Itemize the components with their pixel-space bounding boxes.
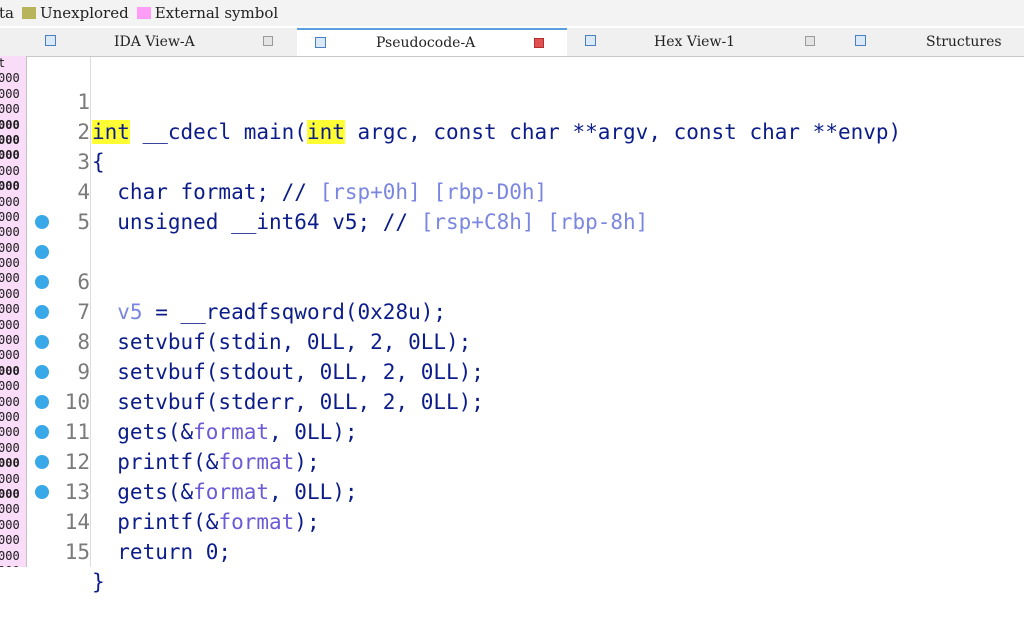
tab-label: Structures (926, 34, 1002, 50)
code-fragment: ); (294, 510, 320, 534)
code-fragment: printf(& (92, 510, 219, 534)
tab-label: Hex View-1 (654, 34, 736, 50)
tab-bar: IDA View-A Pseudocode-A Hex View-1 Struc… (0, 28, 1024, 57)
tab-pseudocode-a[interactable]: Pseudocode-A (297, 28, 567, 56)
breakpoint-dot-icon[interactable] (35, 305, 49, 319)
disassembly-icon (45, 35, 56, 46)
code-line-12[interactable]: 12 gets(&format, 0LL); (27, 387, 1024, 504)
list-item[interactable]: 000 (0, 318, 26, 333)
list-item[interactable]: 000 (0, 379, 26, 394)
list-item[interactable]: 000 (0, 87, 26, 102)
list-item[interactable]: 000 (0, 348, 26, 363)
tab-label: Pseudocode-A (376, 35, 476, 51)
code-text[interactable]: } (92, 567, 105, 597)
unexplored-swatch (21, 7, 36, 19)
list-item[interactable]: 000 (0, 71, 26, 86)
list-item[interactable]: 000 (0, 456, 26, 471)
list-item[interactable]: 000 (0, 241, 26, 256)
breakpoint-dot-icon[interactable] (35, 425, 49, 439)
hex-view-icon (585, 35, 596, 46)
structures-icon (855, 35, 866, 46)
list-item[interactable]: 000 (0, 533, 26, 548)
breakpoint-dot-icon[interactable] (35, 335, 49, 349)
list-item[interactable]: 000 (0, 256, 26, 271)
variable-name: format (218, 510, 295, 534)
list-item[interactable]: 000 (0, 364, 26, 379)
code-line-10[interactable]: 10 gets(&format, 0LL); (27, 327, 1024, 444)
list-item[interactable]: 000 (0, 333, 26, 348)
legend-prefix: ta (0, 4, 14, 22)
code-line-13[interactable]: 13 printf(&format); (27, 417, 1024, 534)
functions-pane-strip: t 000 000 000 000 000 000 000 000 000 00… (0, 56, 27, 567)
list-header: t (0, 56, 26, 71)
code-line-4[interactable]: 4 unsigned __int64 v5; // [rsp+C8h] [rbp… (27, 147, 1024, 234)
list-item[interactable]: 000 (0, 195, 26, 210)
code-line-6[interactable]: 6 v5 = __readfsqword(0x28u); (27, 207, 1024, 324)
list-item[interactable]: 000 (0, 118, 26, 133)
external-symbol-swatch (136, 7, 151, 19)
breakpoint-dot-icon[interactable] (35, 245, 49, 259)
breakpoint-dot-icon[interactable] (35, 455, 49, 469)
pseudocode-icon (315, 37, 326, 48)
pseudocode-editor[interactable]: 1 int __cdecl main(int argc, const char … (27, 57, 1024, 594)
list-item[interactable]: 000 (0, 502, 26, 517)
close-icon[interactable] (805, 36, 815, 46)
list-item[interactable]: 000 (0, 179, 26, 194)
code-line-8[interactable]: 8 setvbuf(stdout, 0LL, 2, 0LL); (27, 267, 1024, 384)
tab-hex-view-1[interactable]: Hex View-1 (567, 28, 837, 56)
list-item[interactable]: 000 (0, 549, 26, 564)
list-item[interactable]: 000 (0, 210, 26, 225)
list-item[interactable]: 000 (0, 133, 26, 148)
code-line-9[interactable]: 9 setvbuf(stderr, 0LL, 2, 0LL); (27, 297, 1024, 414)
close-icon[interactable] (534, 38, 544, 48)
list-item[interactable]: 000 (0, 271, 26, 286)
tab-structures[interactable]: Structures (837, 28, 1024, 56)
tab-ida-view-a[interactable]: IDA View-A (27, 28, 297, 56)
breakpoint-dot-icon[interactable] (35, 365, 49, 379)
breakpoint-dot-icon[interactable] (35, 485, 49, 499)
list-item[interactable]: 000 (0, 487, 26, 502)
list-item[interactable]: 000 (0, 302, 26, 317)
code-line-1[interactable]: 1 int __cdecl main(int argc, const char … (27, 57, 1024, 144)
list-item[interactable]: 000 (0, 395, 26, 410)
legend-external-symbol-label: External symbol (154, 4, 279, 22)
list-item[interactable]: 000 (0, 102, 26, 117)
breakpoint-dot-icon[interactable] (35, 275, 49, 289)
breakpoint-dot-icon[interactable] (35, 395, 49, 409)
list-item[interactable]: 000 (0, 164, 26, 179)
code-line-15[interactable]: 15 } (27, 477, 1024, 594)
code-line-14[interactable]: 14 return 0; (27, 447, 1024, 564)
legend-unexplored-label: Unexplored (39, 4, 129, 22)
list-item[interactable]: 000 (0, 410, 26, 425)
close-icon[interactable] (263, 36, 273, 46)
list-item[interactable]: 000 (0, 472, 26, 487)
list-item[interactable]: 000 (0, 148, 26, 163)
list-item[interactable]: 000 (0, 441, 26, 456)
list-item[interactable]: 000 (0, 518, 26, 533)
line-number: 15 (64, 540, 90, 564)
code-line-11[interactable]: 11 printf(&format); (27, 357, 1024, 474)
code-text[interactable]: return 0; (92, 537, 231, 567)
tab-label: IDA View-A (114, 34, 195, 50)
code-line-7[interactable]: 7 setvbuf(stdin, 0LL, 2, 0LL); (27, 237, 1024, 354)
code-line-5[interactable]: 5 (27, 177, 1024, 234)
breakpoint-dot-icon[interactable] (35, 215, 49, 229)
code-line-2[interactable]: 2 { (27, 87, 1024, 174)
list-item[interactable]: 000 (0, 225, 26, 240)
list-item[interactable]: 000 (0, 287, 26, 302)
legend-bar: ta Unexplored External symbol (0, 0, 1024, 26)
list-item[interactable]: 000 (0, 425, 26, 440)
code-text[interactable]: printf(&format); (92, 507, 320, 537)
code-line-3[interactable]: 3 char format; // [rsp+0h] [rbp-D0h] (27, 117, 1024, 204)
